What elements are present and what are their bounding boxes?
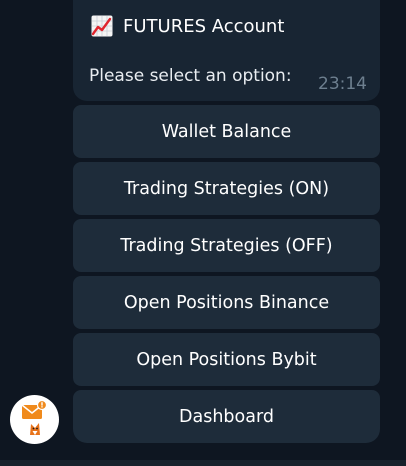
mail-fox-avatar-icon [21,399,48,435]
chart-increasing-icon [91,15,113,37]
bot-message-bubble: FUTURES Account Please select an option:… [73,0,380,101]
open-positions-bybit-button[interactable]: Open Positions Bybit [73,333,380,386]
bot-avatar[interactable] [10,395,59,444]
message-title-row: FUTURES Account [91,13,284,39]
message-title: FUTURES Account [123,15,285,37]
message-text: Please select an option: [89,66,292,86]
wallet-balance-button[interactable]: Wallet Balance [73,105,380,158]
trading-strategies-off-button[interactable]: Trading Strategies (OFF) [73,219,380,272]
trading-strategies-on-button[interactable]: Trading Strategies (ON) [73,162,380,215]
composer-edge [0,460,406,466]
message-timestamp: 23:14 [318,74,367,94]
dashboard-button[interactable]: Dashboard [73,390,380,443]
open-positions-binance-button[interactable]: Open Positions Binance [73,276,380,329]
